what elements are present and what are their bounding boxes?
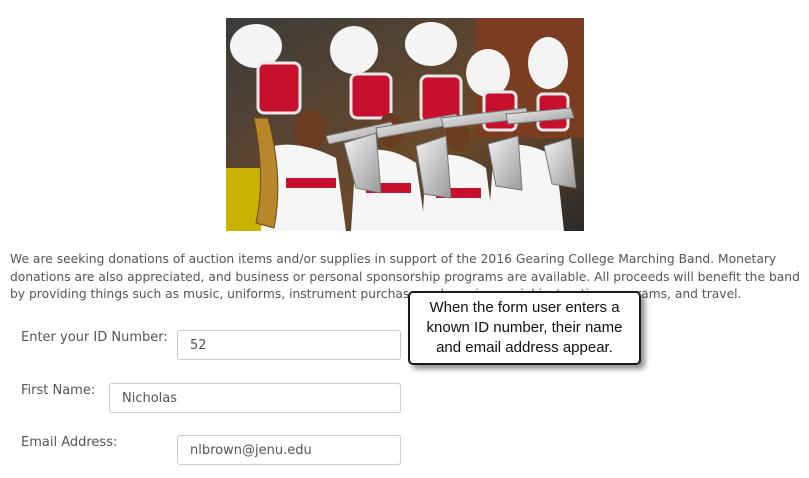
email-address-input[interactable]: [177, 435, 401, 465]
marching-band-image: [226, 18, 584, 231]
first-name-label: First Name:: [21, 383, 96, 398]
email-address-label: Email Address:: [21, 435, 118, 450]
id-number-input[interactable]: [177, 330, 401, 360]
marching-band-photo: [226, 18, 584, 231]
id-number-label: Enter your ID Number:: [21, 330, 168, 345]
callout-box: When the form user enters a known ID num…: [408, 291, 641, 365]
callout-text: When the form user enters a known ID num…: [426, 299, 623, 356]
first-name-input[interactable]: [109, 383, 401, 413]
